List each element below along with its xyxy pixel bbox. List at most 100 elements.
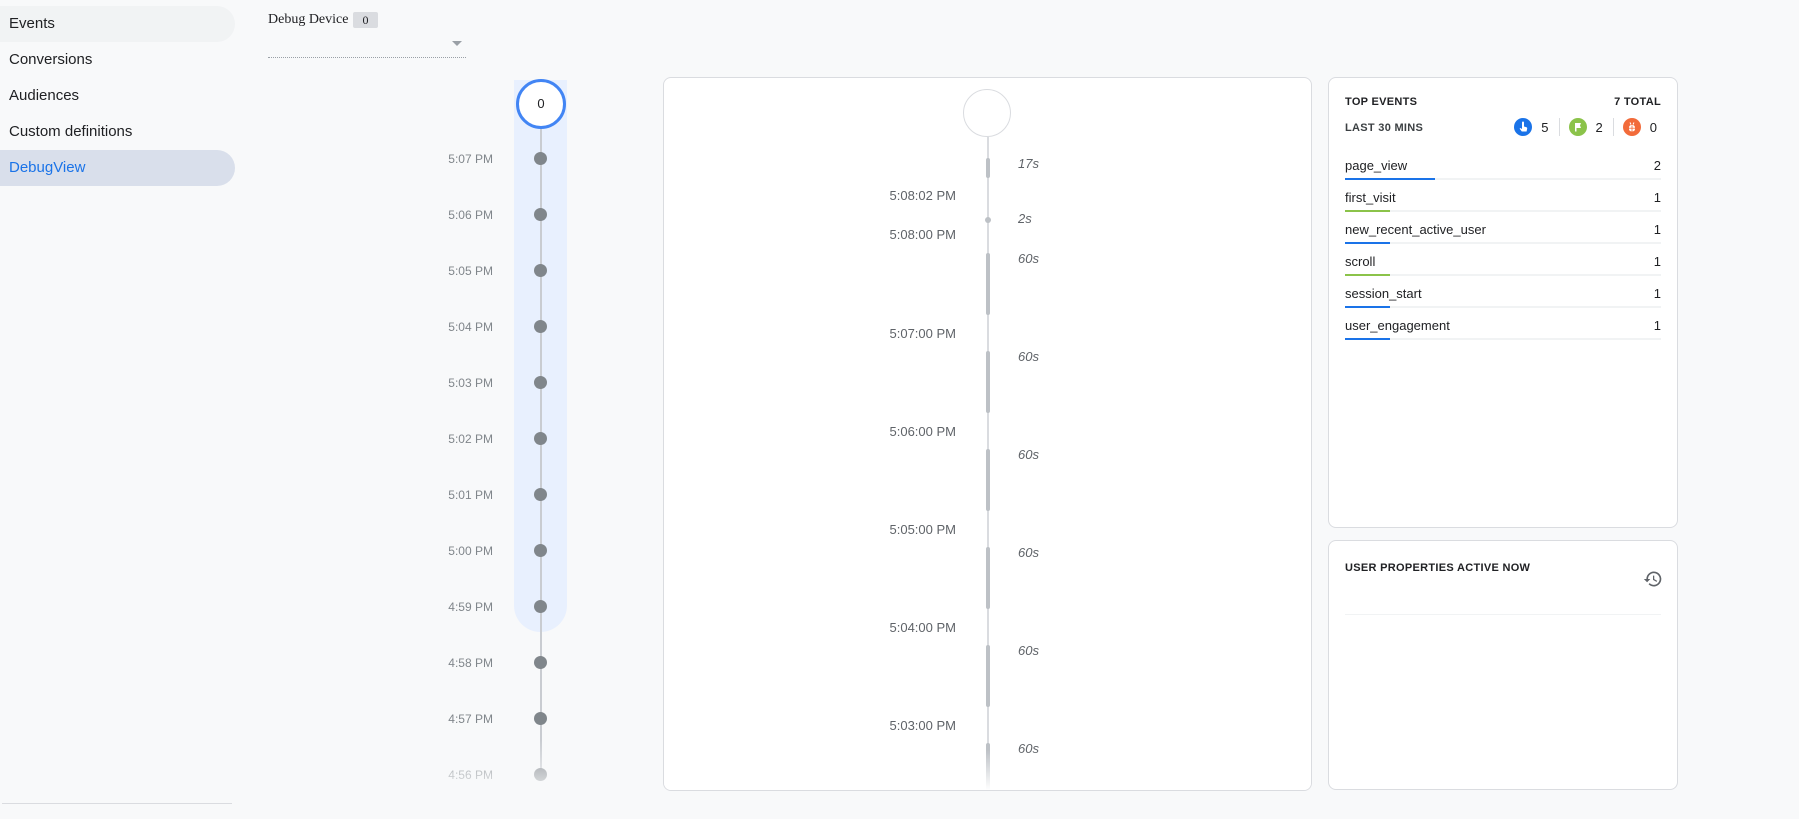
seconds-timestamp: 5:05:00 PM — [889, 522, 957, 537]
seconds-timestamp: 5:03:00 PM — [889, 718, 957, 733]
top-event-row[interactable]: new_recent_active_user 1 — [1345, 222, 1661, 254]
minute-label: 5:03 PM — [448, 376, 493, 390]
minute-dot[interactable] — [534, 152, 547, 165]
user-properties-card: USER PROPERTIES ACTIVE NOW — [1328, 540, 1678, 790]
seconds-timestamp: 5:08:00 PM — [889, 227, 957, 242]
seconds-duration-label: 60s — [1018, 447, 1039, 462]
top-event-row[interactable]: scroll 1 — [1345, 254, 1661, 286]
minute-dot[interactable] — [534, 544, 547, 557]
seconds-timestamp: 5:07:00 PM — [889, 326, 957, 341]
minute-dot[interactable] — [534, 656, 547, 669]
sidebar-divider — [2, 803, 232, 804]
seconds-stream-card: 5:08:02 PM 5:08:00 PM 5:07:00 PM 5:06:00 PM… — [663, 77, 1312, 791]
minute-label: 5:04 PM — [448, 320, 493, 334]
sidebar: Events Conversions Audiences Custom defi… — [0, 0, 236, 819]
sidebar-item-debugview[interactable]: DebugView — [0, 150, 235, 186]
count-separator — [1558, 118, 1560, 136]
seconds-timestamp: 5:06:00 PM — [889, 424, 957, 439]
top-event-row[interactable]: first_visit 1 — [1345, 190, 1661, 222]
event-share-track — [1345, 274, 1661, 276]
seconds-start-circle — [963, 89, 1011, 137]
minute-dot[interactable] — [534, 376, 547, 389]
event-name: scroll — [1345, 254, 1376, 269]
minute-dot[interactable] — [534, 320, 547, 333]
count-separator — [1612, 118, 1614, 136]
seconds-timestamp: 5:04:00 PM — [889, 620, 957, 635]
minutes-event-counter[interactable]: 0 — [516, 79, 566, 129]
event-share-bar — [1345, 274, 1391, 276]
seconds-duration-label: 60s — [1018, 643, 1039, 658]
event-count: 1 — [1653, 190, 1661, 205]
seconds-gap-bar — [986, 253, 990, 315]
seconds-gap-bar — [986, 351, 990, 413]
bug-count-value: 0 — [1649, 119, 1657, 135]
top-events-period: LAST 30 MINS — [1345, 122, 1424, 134]
touch-count: 5 — [1514, 118, 1549, 136]
seconds-duration-label: 60s — [1018, 349, 1039, 364]
touch-icon — [1514, 118, 1533, 136]
event-name: user_engagement — [1345, 318, 1450, 333]
seconds-gap-dot — [985, 217, 991, 223]
event-name: session_start — [1345, 286, 1422, 301]
minute-label: 4:58 PM — [448, 656, 493, 670]
minute-label: 5:05 PM — [448, 264, 493, 278]
sidebar-item-custom-definitions[interactable]: Custom definitions — [0, 114, 235, 150]
top-events-title: TOP EVENTS — [1345, 96, 1418, 108]
minute-dot[interactable] — [534, 208, 547, 221]
top-event-row[interactable]: user_engagement 1 — [1345, 318, 1661, 350]
top-events-card: TOP EVENTS 7 TOTAL LAST 30 MINS 5 2 0 pa… — [1328, 77, 1678, 528]
dropdown-arrow-icon — [452, 41, 462, 46]
event-share-track — [1345, 178, 1661, 180]
seconds-timestamp: 5:08:02 PM — [889, 188, 957, 203]
user-properties-title: USER PROPERTIES ACTIVE NOW — [1345, 562, 1531, 574]
event-share-bar — [1345, 210, 1391, 212]
flag-count-value: 2 — [1595, 119, 1603, 135]
seconds-fade — [664, 750, 1311, 790]
seconds-duration-label: 60s — [1018, 545, 1039, 560]
bug-count: 0 — [1622, 118, 1657, 136]
event-share-track — [1345, 306, 1661, 308]
minute-label: 5:06 PM — [448, 208, 493, 222]
event-name: new_recent_active_user — [1345, 222, 1486, 237]
seconds-duration-label: 17s — [1018, 156, 1039, 171]
event-name: first_visit — [1345, 190, 1396, 205]
top-event-row[interactable]: session_start 1 — [1345, 286, 1661, 318]
seconds-duration-label: 60s — [1018, 251, 1039, 266]
event-share-bar — [1345, 242, 1391, 244]
top-event-row[interactable]: page_view 2 — [1345, 158, 1661, 190]
seconds-duration-label: 2s — [1018, 211, 1032, 226]
history-icon[interactable] — [1643, 569, 1663, 589]
seconds-gap-bar — [986, 547, 990, 609]
event-share-bar — [1345, 306, 1391, 308]
seconds-gap-bar — [986, 158, 990, 178]
minute-dot[interactable] — [534, 600, 547, 613]
touch-count-value: 5 — [1541, 119, 1549, 135]
minute-label: 5:01 PM — [448, 488, 493, 502]
debug-device-dropdown[interactable] — [268, 36, 466, 58]
minute-dot[interactable] — [534, 432, 547, 445]
event-count: 1 — [1653, 286, 1661, 301]
event-share-track — [1345, 210, 1661, 212]
minute-label: 5:02 PM — [448, 432, 493, 446]
sidebar-item-events[interactable]: Events — [0, 6, 235, 42]
debug-device-label: Debug Device — [268, 12, 349, 27]
sidebar-item-audiences[interactable]: Audiences — [0, 78, 235, 114]
minute-label: 4:59 PM — [448, 600, 493, 614]
sidebar-item-conversions[interactable]: Conversions — [0, 42, 235, 78]
minute-label: 5:00 PM — [448, 544, 493, 558]
minute-dot[interactable] — [534, 712, 547, 725]
event-count: 2 — [1653, 158, 1661, 173]
top-events-total: 7 TOTAL — [1614, 96, 1661, 108]
minute-dot[interactable] — [534, 264, 547, 277]
user-properties-divider — [1345, 614, 1661, 615]
minutes-fade — [430, 740, 600, 800]
event-share-bar — [1345, 338, 1391, 340]
event-type-counts: 5 2 0 — [1514, 118, 1657, 136]
flag-icon — [1568, 118, 1587, 136]
flag-count: 2 — [1568, 118, 1603, 136]
debug-device-count-badge: 0 — [353, 12, 378, 28]
event-count: 1 — [1653, 254, 1661, 269]
event-count: 1 — [1653, 222, 1661, 237]
event-name: page_view — [1345, 158, 1408, 173]
minute-dot[interactable] — [534, 488, 547, 501]
